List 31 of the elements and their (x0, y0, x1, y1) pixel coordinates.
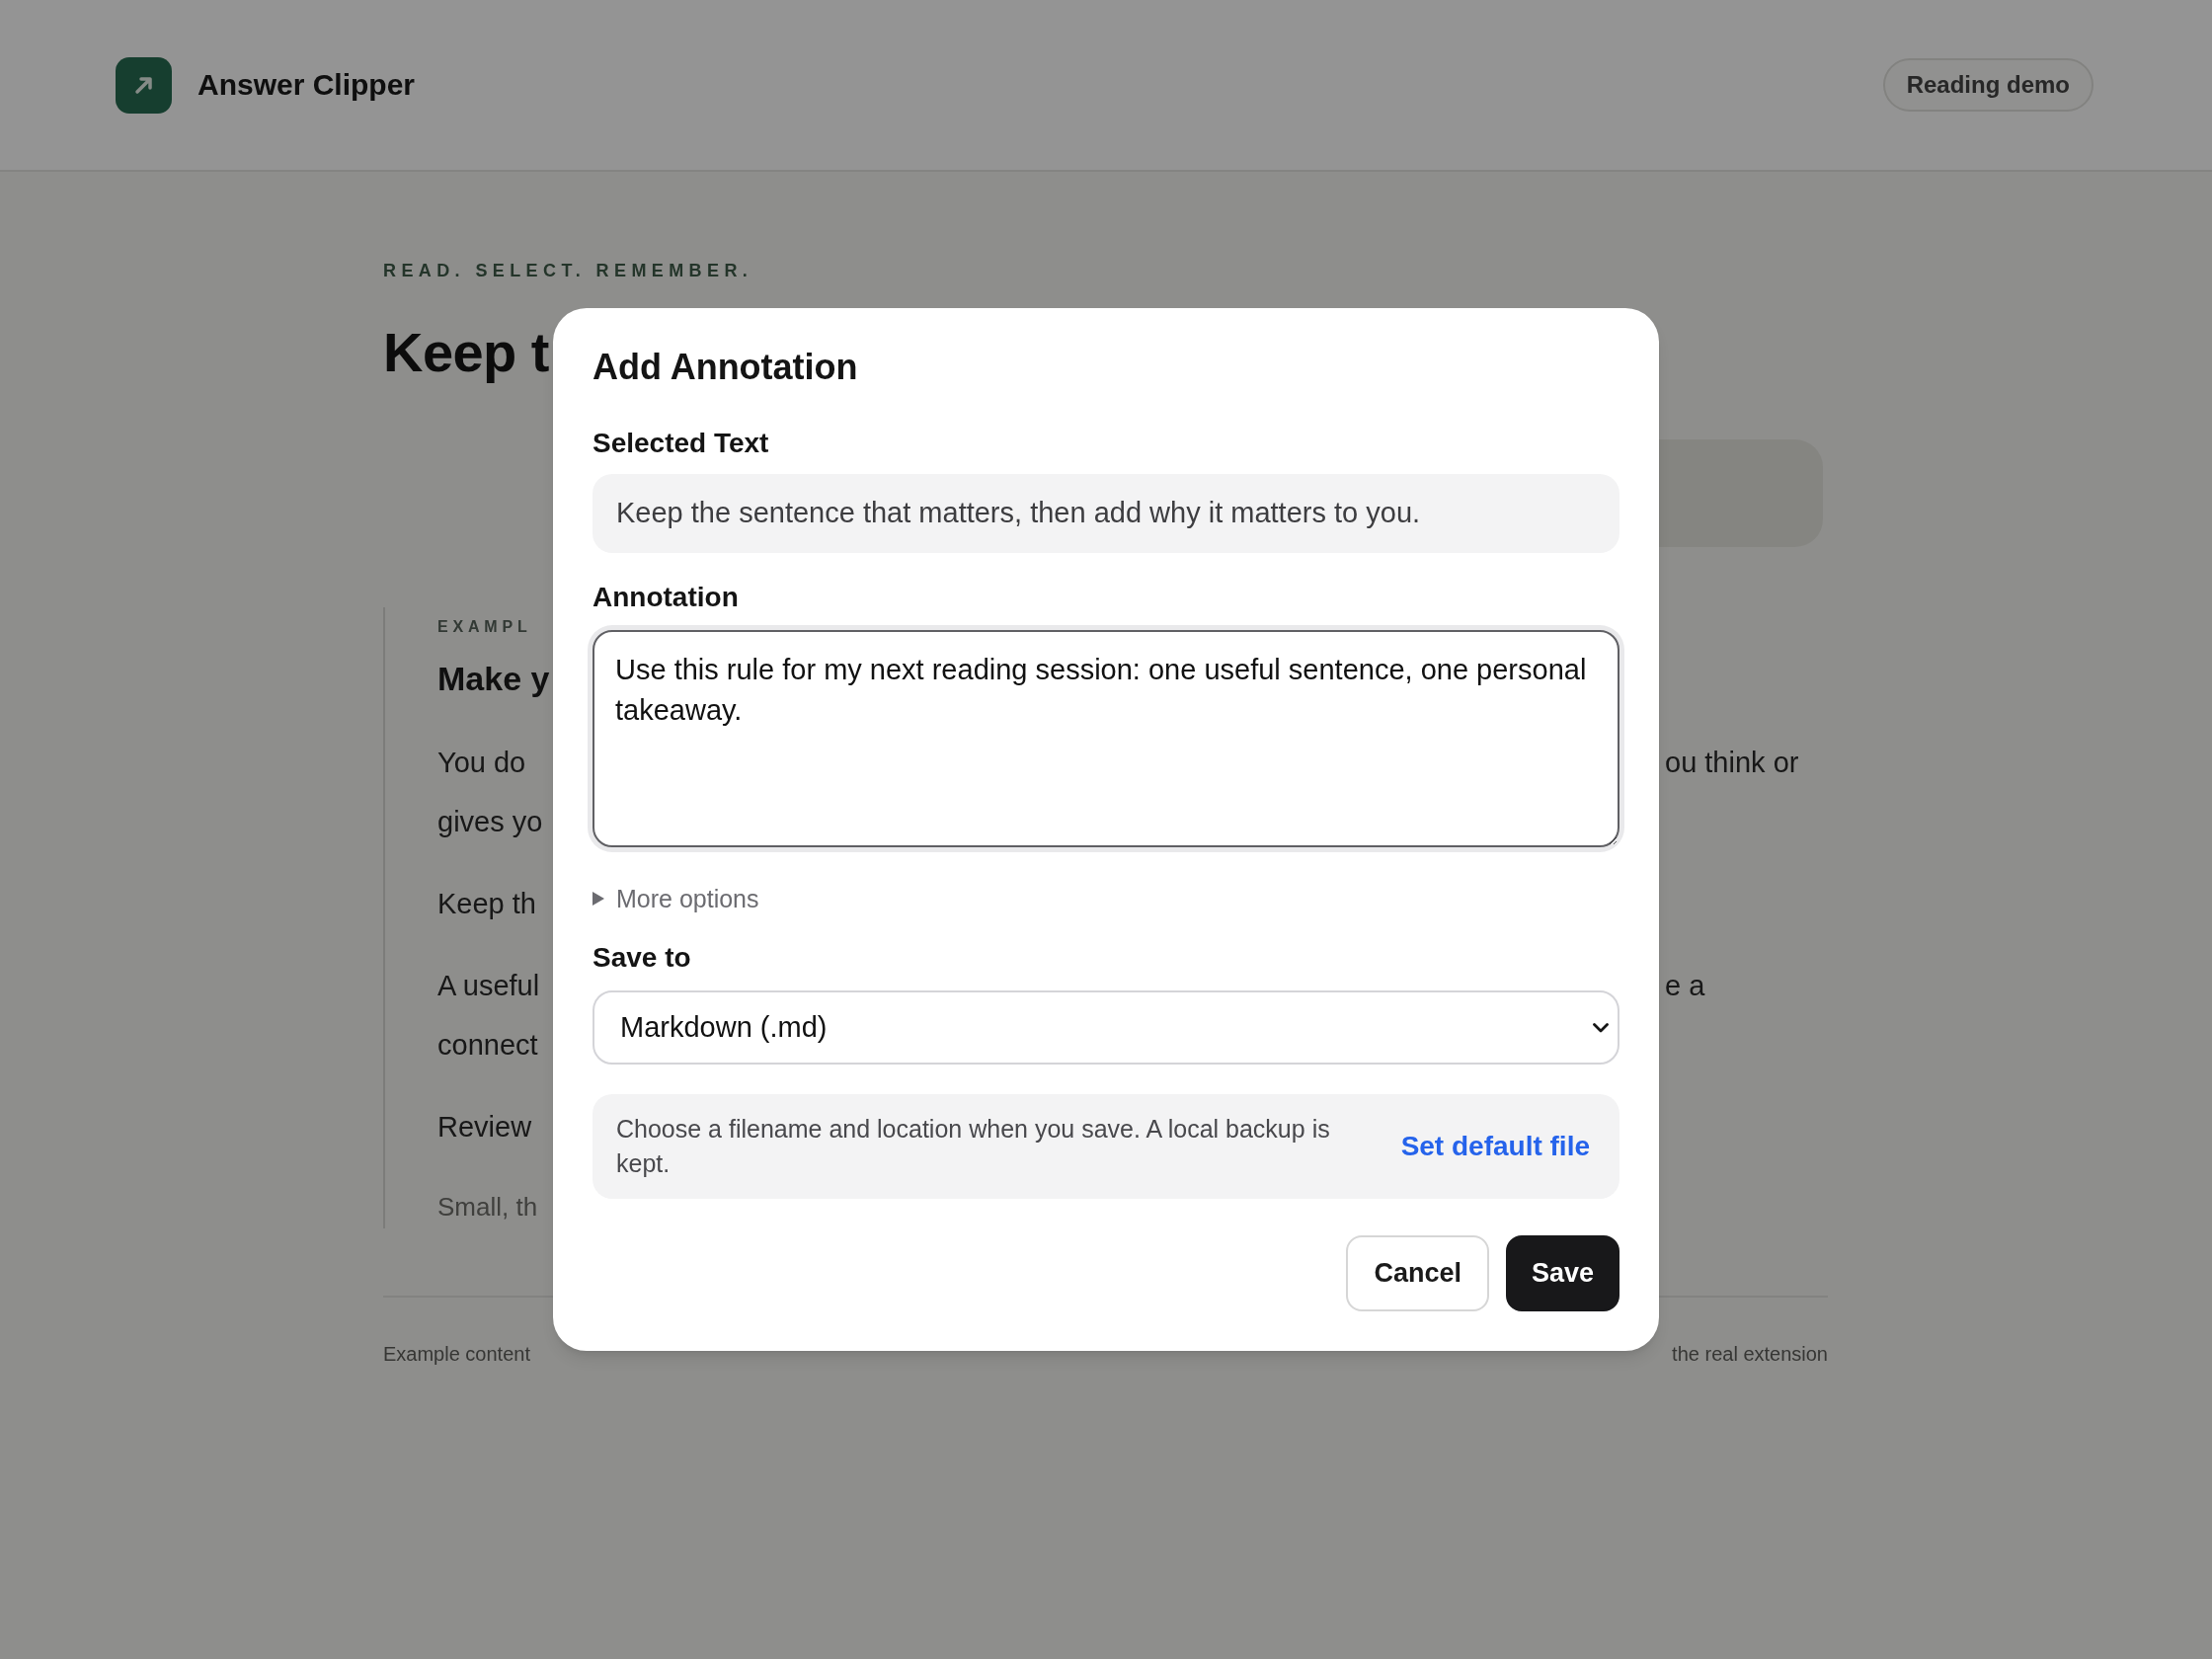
dialog-title: Add Annotation (592, 346, 858, 389)
field-label: Save to (592, 941, 691, 975)
annotation-field[interactable]: Use this rule for my next reading session: one useful sentence, one personal takeaway. (592, 630, 1620, 847)
eyebrow-text: READ. SELECT. REMEMBER. (383, 260, 753, 282)
paragraph-text: You do (437, 746, 526, 780)
chevron-down-icon (1593, 1023, 1609, 1033)
footer-text: Example content (383, 1342, 530, 1366)
field-label: Selected Text (592, 427, 769, 460)
paragraph-text: e a (1665, 969, 1706, 1003)
set-default-file-link[interactable]: Set default file (1400, 1126, 1590, 1167)
paragraph-text: Small, th (437, 1191, 538, 1224)
paragraph-text: connect (437, 1028, 538, 1063)
eyebrow-text: EXAMPL (437, 617, 532, 637)
paragraph-text: Keep th (437, 887, 536, 921)
paragraph-text: ou think or (1665, 746, 1800, 780)
article-title: Make y (437, 659, 550, 699)
logo-icon (116, 56, 172, 114)
paragraph-text: Review (437, 1110, 532, 1145)
paragraph-text: A useful (437, 969, 540, 1003)
cancel-button[interactable]: Cancel (1346, 1235, 1489, 1311)
reading-demo-badge: Reading demo (1882, 58, 2094, 112)
page-title: Keep t (383, 320, 549, 385)
app-name: Answer Clipper (198, 67, 416, 103)
selected-text-quote: Keep the sentence that matters, then add why it matters to you. (592, 474, 1620, 553)
info-text: Choose a filename and location when you save. A local backup is kept. (616, 1114, 1331, 1179)
paragraph-text: gives yo (437, 805, 543, 839)
footer-text: the real extension (1672, 1342, 1828, 1366)
save-button[interactable]: Save (1505, 1235, 1620, 1311)
field-label: Annotation (592, 581, 739, 614)
save-format-select[interactable]: Markdown (.md) (592, 990, 1620, 1065)
more-options-toggle[interactable]: More options (592, 883, 759, 914)
